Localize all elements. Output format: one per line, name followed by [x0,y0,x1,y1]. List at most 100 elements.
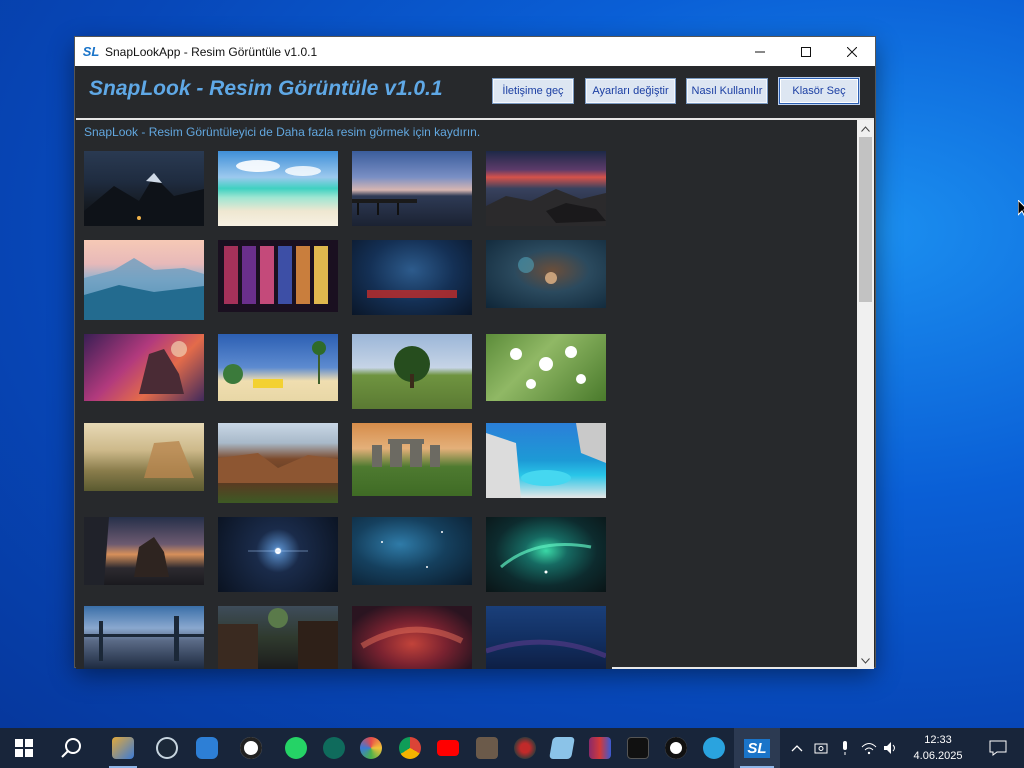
microphone-icon [843,741,847,755]
maximize-button[interactable] [783,37,829,66]
system-clock[interactable]: 12:33 4.06.2025 [900,732,976,764]
chevron-down-icon [861,657,870,664]
tray-overflow-button[interactable] [786,728,808,768]
taskbar-app-blue[interactable] [187,728,227,768]
white-blossoms-image[interactable] [486,334,606,401]
settings-button[interactable]: Ayarları değiştir [585,78,676,104]
tropical-beach-image[interactable] [218,151,338,226]
minimize-icon [755,51,765,52]
search-button[interactable] [52,728,92,768]
green-nebula-image[interactable] [486,517,606,592]
pier-sunset-image[interactable] [352,151,472,226]
window-title: SnapLookApp - Resim Görüntüle v1.0.1 [105,44,318,59]
chevron-up-icon [861,125,870,132]
howto-button[interactable]: Nasıl Kullanılır [686,78,768,104]
old-town-street-image[interactable] [218,606,338,669]
close-icon [847,46,857,57]
gallery-panel[interactable]: SnapLook - Resim Görüntüleyici de Daha f… [76,118,874,669]
taskbar-telegram[interactable] [694,728,734,768]
telegram-icon [703,737,725,759]
steam-icon [156,737,178,759]
taskbar-media-app[interactable] [467,728,507,768]
deep-blue-space-image[interactable] [486,606,606,669]
taskbar-snaplook[interactable]: SL [734,728,780,768]
green-tree-field-image[interactable] [352,334,472,409]
vertical-scrollbar[interactable] [857,120,874,669]
info-text: SnapLook - Resim Görüntüleyici de Daha f… [84,125,481,139]
taskbar-paint[interactable] [351,728,391,768]
wifi-icon [861,743,877,755]
scroll-down-button[interactable] [857,652,874,669]
taskbar: SL 12:33 4.06.2025 [0,728,1024,768]
taskbar-github[interactable] [656,728,696,768]
window-titlebar[interactable]: SL SnapLookApp - Resim Görüntüle v1.0.1 [75,37,875,66]
archive-icon [589,737,611,759]
film-app-icon [476,737,498,759]
snaplook-icon: SL [744,738,770,758]
notification-center-button[interactable] [978,728,1018,768]
app-title: SnapLook - Resim Görüntüle v1.0.1 [89,77,443,100]
volume-icon [884,742,895,754]
taskbar-dev-app[interactable] [314,728,354,768]
app-window: SL SnapLookApp - Resim Görüntüle v1.0.1 … [75,37,875,669]
tray-volume[interactable] [880,728,902,768]
blue-abyss-image[interactable] [352,240,472,315]
maximize-icon [801,46,811,57]
mouse-cursor-icon [1018,200,1024,217]
paint-palette-icon [360,737,382,759]
taskbar-steam[interactable] [147,728,187,768]
select-folder-button[interactable]: Klasör Seç [779,78,859,104]
notes-icon [549,737,575,759]
dark-nebula-image[interactable] [352,517,472,585]
mountain-night-image[interactable] [84,151,204,226]
scroll-up-button[interactable] [857,120,874,137]
whatsapp-icon [285,737,307,759]
youtube-icon [437,740,459,756]
assistant-icon [196,737,218,759]
horizontal-scroll-track [612,667,857,669]
video-app-icon [112,737,134,759]
taskbar-chrome[interactable] [390,728,430,768]
blue-star-image[interactable] [218,517,338,592]
obs-icon [240,737,262,759]
red-nebula-image[interactable] [352,606,472,669]
tray-microphone[interactable] [834,728,856,768]
windows-logo-icon [15,739,33,757]
scrollbar-thumb[interactable] [859,137,872,302]
eye-app-icon [514,737,536,759]
misty-mountains-image[interactable] [84,240,204,320]
terminal-app-icon [323,737,345,759]
taskbar-whatsapp[interactable] [276,728,316,768]
taskbar-app-black[interactable] [618,728,658,768]
taskbar-eye-app[interactable] [505,728,545,768]
taskbar-video-app[interactable] [103,728,143,768]
space-nebula-figure-image[interactable] [486,240,606,308]
clock-date: 4.06.2025 [913,750,963,762]
close-button[interactable] [829,37,875,66]
taskbar-youtube[interactable] [428,728,468,768]
stonehenge-image[interactable] [352,423,472,496]
app-header: SnapLook - Resim Görüntüle v1.0.1 İletiş… [75,66,875,118]
taskbar-notes-app[interactable] [542,728,582,768]
minimize-button[interactable] [737,37,783,66]
taskbar-obs[interactable] [231,728,271,768]
red-canyon-image[interactable] [218,423,338,503]
futuristic-city-image[interactable] [84,606,204,669]
chevron-up-icon [791,745,803,752]
navagio-beach-image[interactable] [486,423,606,498]
rocky-shore-sunset-image[interactable] [486,151,606,226]
github-icon [665,737,687,759]
dragon-canyon-image[interactable] [84,517,204,585]
fantasy-planet-image[interactable] [84,334,204,401]
tray-wifi[interactable] [858,728,880,768]
start-button[interactable] [4,728,44,768]
camera-icon [814,743,828,754]
palm-beach-car-image[interactable] [218,334,338,401]
search-icon [61,738,81,758]
chrome-icon [399,737,421,759]
taskbar-winrar[interactable] [580,728,620,768]
tray-camera[interactable] [810,728,832,768]
neon-doors-image[interactable] [218,240,338,312]
canyon-painting-image[interactable] [84,423,204,491]
contact-button[interactable]: İletişime geç [492,78,574,104]
